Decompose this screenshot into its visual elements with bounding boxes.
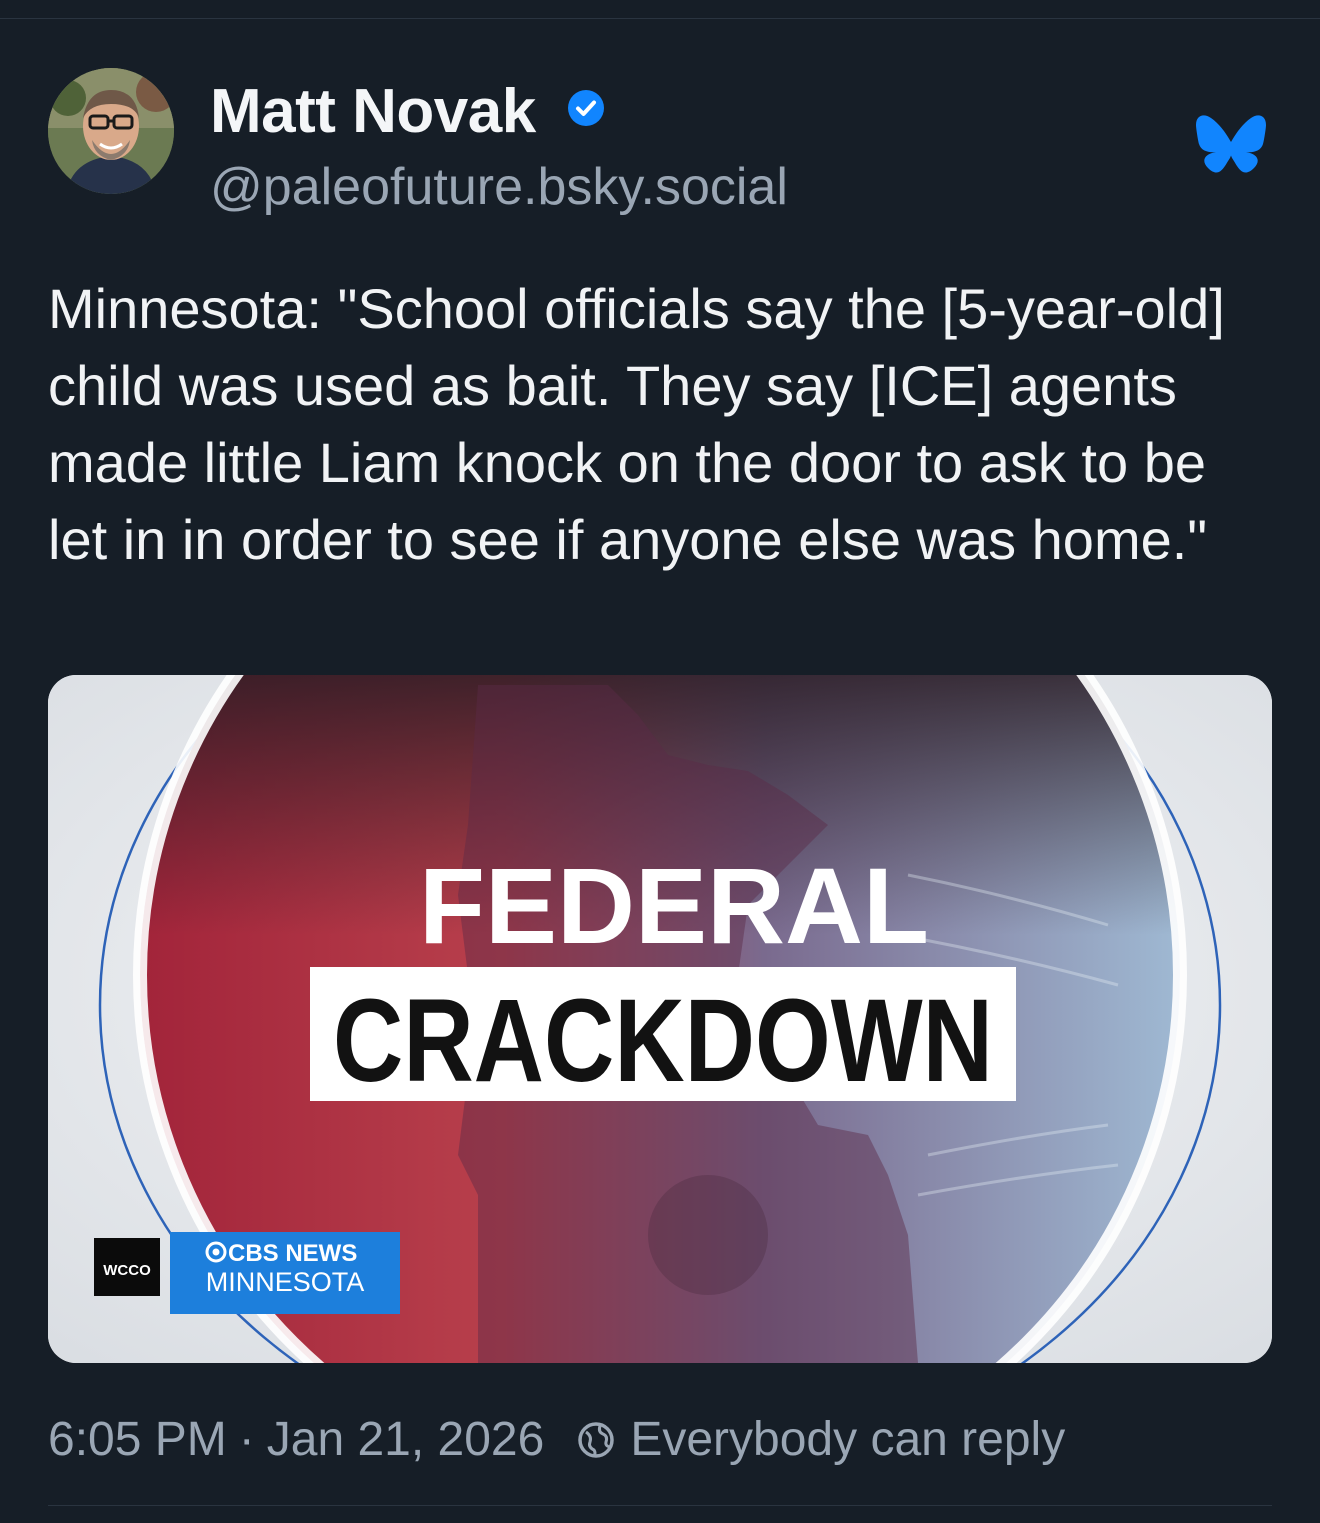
globe-icon (578, 1421, 615, 1458)
post-image[interactable]: FEDERAL CRACKDOWN WCCO CBS NEWS MINNESOT… (48, 675, 1272, 1363)
network-region: MINNESOTA (206, 1267, 365, 1297)
bluesky-butterfly-icon[interactable] (1196, 114, 1266, 176)
bottom-divider (48, 1505, 1272, 1506)
post-meta: 6:05 PM · Jan 21, 2026 Everybody can rep… (48, 1412, 1065, 1467)
headline-line1: FEDERAL (419, 845, 929, 966)
author-display-name[interactable]: Matt Novak (210, 76, 536, 147)
station-badge: WCCO (103, 1262, 151, 1279)
top-divider (0, 18, 1320, 19)
post-text: Minnesota: "School officials say the [5-… (48, 277, 1225, 571)
meta-separator: · (238, 1413, 255, 1466)
author-handle[interactable]: @paleofuture.bsky.social (210, 157, 788, 217)
reply-setting[interactable]: Everybody can reply (630, 1412, 1065, 1467)
network-name: CBS NEWS (228, 1240, 357, 1267)
avatar[interactable] (48, 68, 174, 194)
post-time[interactable]: 6:05 PM (48, 1412, 227, 1467)
post-date[interactable]: Jan 21, 2026 (267, 1412, 545, 1467)
headline-line2: CRACKDOWN (333, 975, 993, 1107)
verified-check-icon (568, 90, 604, 126)
